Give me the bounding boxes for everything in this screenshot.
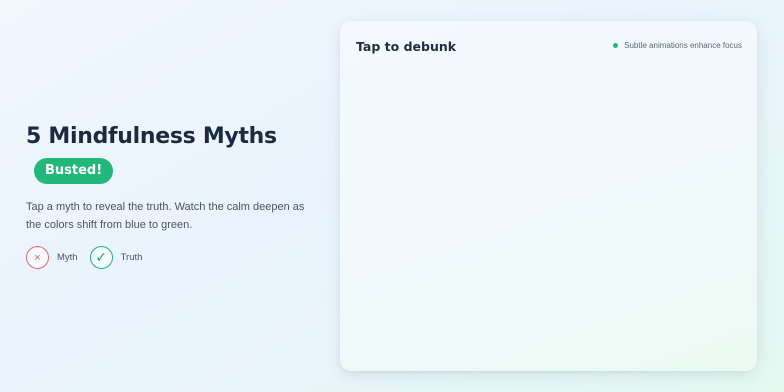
legend: × Myth ✓ Truth [26, 246, 326, 269]
legend-myth: × Myth [26, 246, 78, 269]
legend-myth-label: Myth [57, 252, 78, 263]
myth-x-icon: × [26, 246, 49, 269]
status-dot-icon [613, 43, 619, 48]
hero-section: 5 Mindfulness Myths Busted! Tap a myth t… [26, 122, 326, 269]
animation-hint: Subtle animations enhance focus [613, 41, 742, 50]
hero-description: Tap a myth to reveal the truth. Watch th… [26, 201, 305, 231]
hint-text: Subtle animations enhance focus [624, 41, 742, 50]
page-title: 5 Mindfulness Myths [26, 124, 277, 149]
legend-truth-label: Truth [120, 252, 143, 263]
debunk-card[interactable]: Tap to debunk Subtle animations enhance … [340, 21, 757, 371]
busted-badge: Busted! [34, 158, 114, 184]
legend-truth: ✓ Truth [89, 246, 143, 269]
card-title: Tap to debunk [356, 39, 457, 54]
truth-check-icon: ✓ [89, 246, 113, 269]
